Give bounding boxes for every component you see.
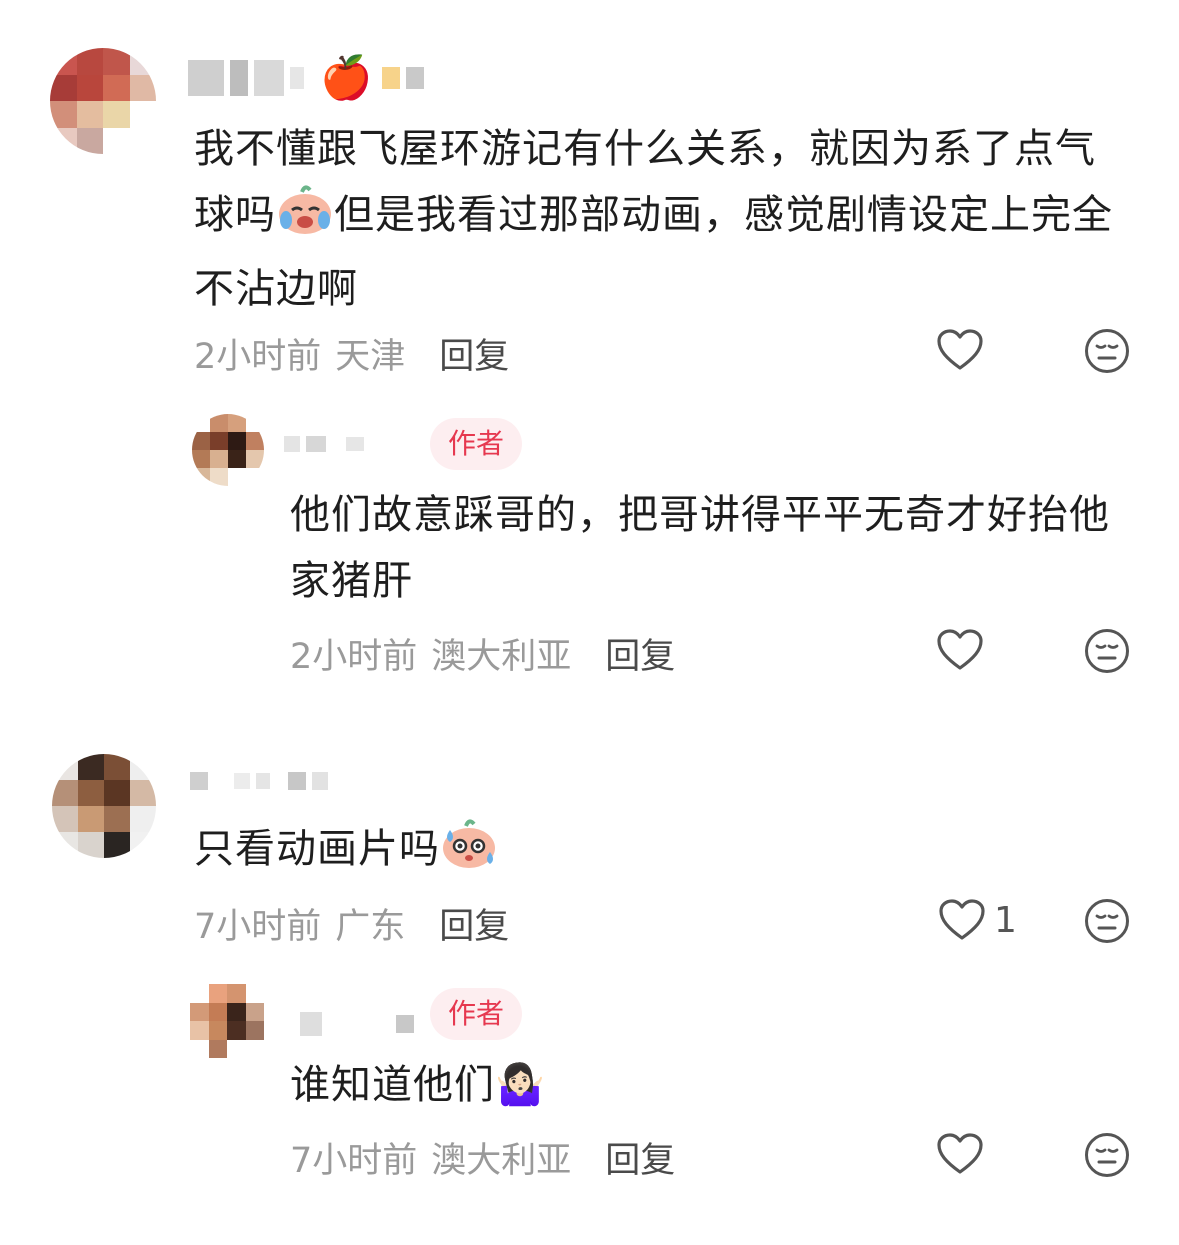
comment-text: 只看动画片吗 [194,816,1144,890]
sweating-face-sticker-icon [440,816,498,890]
comment-time: 2小时前 [194,337,322,377]
reply-button[interactable]: 回复 [439,328,509,379]
dislike-face-icon[interactable] [1084,1132,1130,1178]
reply-meta: 2小时前 澳大利亚 回复 [290,628,675,679]
username-blurred[interactable]: 🍎 [188,54,430,102]
username-blurred[interactable] [190,772,334,790]
like-button[interactable]: 1 [938,898,1017,942]
heart-icon [939,899,985,940]
dislike-face-icon[interactable] [1084,628,1130,674]
reply-text: 他们故意踩哥的，把哥讲得平平无奇才好抬他 家猪肝 [290,492,1110,604]
heart-icon [937,329,983,370]
like-button[interactable] [936,328,984,372]
author-badge: 作者 [430,988,523,1040]
reply-button[interactable]: 回复 [605,1132,675,1183]
reply-button[interactable]: 回复 [439,898,509,949]
like-count: 1 [994,899,1017,941]
reply-location: 澳大利亚 [431,637,572,677]
avatar[interactable] [52,754,156,858]
heart-icon [937,629,983,670]
name-apple-emoji: 🍎 [320,53,373,102]
avatar[interactable] [192,414,264,486]
reply-location: 澳大利亚 [431,1141,572,1181]
username-blurred[interactable] [300,1012,420,1036]
reply-time: 7小时前 [290,1141,418,1181]
comment-location: 天津 [335,337,406,377]
comment-meta: 7小时前 广东 回复 [194,898,509,949]
reply-button[interactable]: 回复 [605,628,675,679]
like-button[interactable] [936,628,984,672]
dislike-face-icon[interactable] [1084,328,1130,374]
like-button[interactable] [936,1132,984,1176]
shrug-emoji: 🤷🏻‍♀️ [495,1062,546,1108]
comment-time: 7小时前 [194,907,322,947]
avatar[interactable] [190,984,264,1058]
heart-icon [937,1133,983,1174]
reply-meta: 7小时前 澳大利亚 回复 [290,1132,675,1183]
username-blurred[interactable] [284,436,370,452]
comment-location: 广东 [335,907,406,947]
reply-text: 谁知道他们🤷🏻‍♀️ [290,1062,546,1108]
dislike-face-icon[interactable] [1084,898,1130,944]
comment-meta: 2小时前 天津 回复 [194,328,509,379]
avatar[interactable] [50,48,156,154]
comment-text: 我不懂跟飞屋环游记有什么关系，就因为系了点气 球吗 但是我看过那部动画，感觉剧情… [194,126,1113,312]
reply-time: 2小时前 [290,637,418,677]
crying-face-sticker-icon [276,182,334,256]
author-badge: 作者 [430,418,523,470]
